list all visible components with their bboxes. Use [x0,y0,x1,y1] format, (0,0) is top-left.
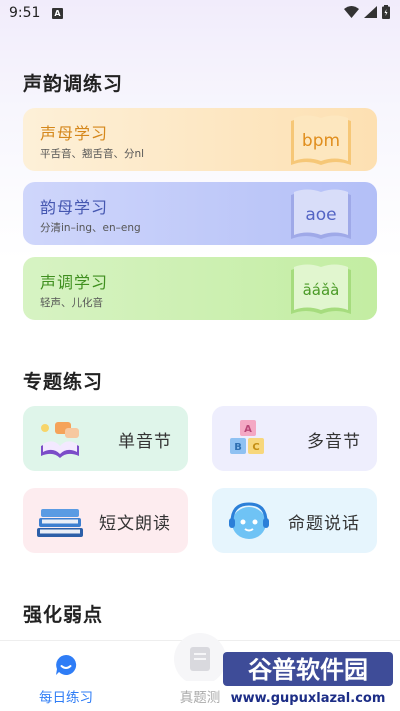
tile-label: 单音节 [118,432,172,452]
book-icon: āáǎà [291,264,351,314]
book-icon: bpm [291,115,351,165]
open-book-chat-icon [41,422,79,458]
book-icon: aoe [291,189,351,239]
section-title-topics: 专题练习 [23,371,104,393]
card-subtitle: 分清in–ing、en–eng [40,222,141,234]
card-subtitle: 平舌音、翘舌音、分nl [40,148,145,160]
card-title: 声母学习 [40,124,109,143]
notification-icon: A [52,8,63,19]
card-title: 声调学习 [40,273,109,292]
status-time: 9:51 [9,5,41,21]
card-title: 韵母学习 [40,198,109,217]
tile-topic-speaking[interactable]: 命题说话 [212,488,377,553]
section-title-weak: 强化弱点 [23,604,104,626]
abc-blocks-icon: A B C [230,420,264,454]
svg-text:B: B [234,442,242,453]
book-label: āáǎà [303,281,340,299]
watermark-logo: 谷普软件园 www.gupuxlazal.com [223,652,393,706]
section-title-tones: 声韵调练习 [23,73,124,95]
card-subtitle: 轻声、儿化音 [40,297,103,309]
card-initials[interactable]: 声母学习 平舌音、翘舌音、分nl bpm [23,108,377,171]
card-finals[interactable]: 韵母学习 分清in–ing、en–eng aoe [23,182,377,245]
book-label: aoe [305,205,336,225]
stacked-books-icon [37,509,83,537]
wifi-icon [344,6,359,18]
tile-single-syllable[interactable]: 单音节 [23,406,188,471]
nav-daily-practice[interactable]: 每日练习 [6,641,126,711]
svg-text:A: A [244,424,252,435]
svg-text:谷普软件园: 谷普软件园 [248,656,368,684]
svg-text:C: C [252,442,259,453]
tile-label: 短文朗读 [99,514,171,534]
nav-label: 每日练习 [39,690,93,706]
battery-icon [382,5,390,19]
signal-icon [364,6,377,18]
status-icons [344,5,390,19]
tile-short-passage[interactable]: 短文朗读 [23,488,188,553]
headset-mascot-icon [229,502,269,539]
book-label: bpm [302,131,340,151]
tile-label: 多音节 [307,432,361,452]
tile-multi-syllable[interactable]: A B C 多音节 [212,406,377,471]
tile-label: 命题说话 [288,514,360,534]
card-tones[interactable]: 声调学习 轻声、儿化音 āáǎà [23,257,377,320]
svg-text:www.gupuxlazal.com: www.gupuxlazal.com [231,691,386,706]
chat-bubble-icon [56,654,77,675]
status-bar: 9:51 A [0,0,400,30]
